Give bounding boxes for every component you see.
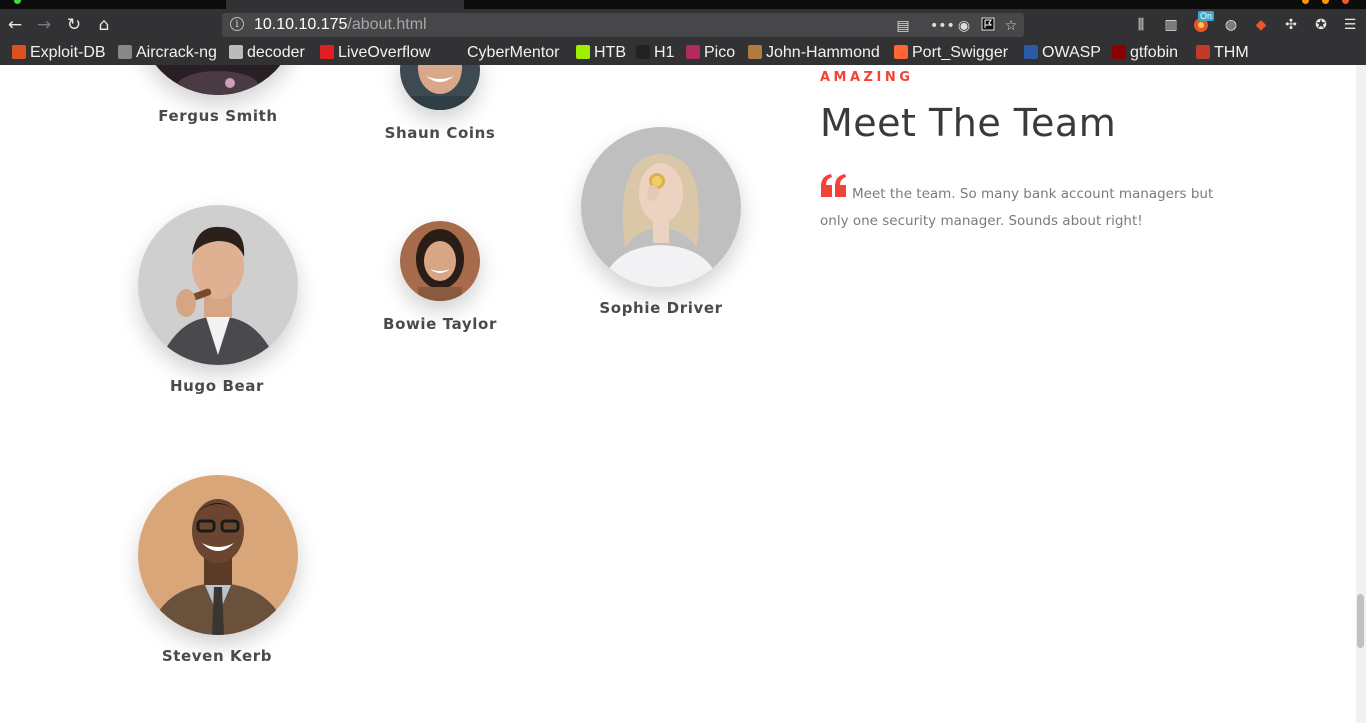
site-info-icon[interactable]: i: [230, 17, 244, 31]
bookmark-item[interactable]: gtfobin: [1112, 42, 1178, 64]
member-name: Sophie Driver: [599, 299, 723, 317]
forward-button[interactable]: →: [33, 14, 55, 36]
bookmark-item[interactable]: decoder: [229, 42, 305, 64]
member-name: Shaun Coins: [384, 124, 496, 142]
bookmark-label: decoder: [247, 44, 305, 61]
bookmark-label: Exploit-DB: [30, 44, 106, 61]
reader-view-icon[interactable]: ▤: [894, 17, 912, 35]
bookmark-label: John-Hammond: [766, 44, 880, 61]
wappalyzer-icon[interactable]: ◆: [1251, 15, 1271, 35]
window-indicator-icon: [14, 0, 21, 4]
close-window-icon[interactable]: [1342, 0, 1349, 4]
avatar: [138, 205, 298, 365]
bookmark-favicon-icon: [12, 45, 26, 59]
bookmark-label: OWASP: [1042, 44, 1101, 61]
bookmark-label: Port_Swigger: [912, 44, 1009, 61]
bookmark-label: HTB: [594, 44, 626, 61]
bookmark-label: LiveOverflow: [338, 44, 431, 61]
bookmark-favicon-icon: [449, 45, 463, 59]
member-name: Fergus Smith: [158, 107, 278, 125]
avatar: [400, 65, 480, 110]
menu-icon[interactable]: ☰: [1340, 15, 1360, 35]
bookmark-item[interactable]: John-Hammond: [748, 42, 880, 64]
extension-icon[interactable]: ✣: [1281, 15, 1301, 35]
bookmarks-bar: Exploit-DB Aircrack-ng decoder LiveOverf…: [0, 41, 1366, 65]
home-button[interactable]: ⌂: [93, 14, 115, 36]
sidebar-icon[interactable]: ▥: [1161, 15, 1181, 35]
bookmark-item[interactable]: Port_Swigger: [894, 42, 1008, 64]
avatar: [138, 65, 298, 95]
section-title: Meet The Team: [820, 101, 1117, 145]
account-icon[interactable]: ◍: [1221, 15, 1241, 35]
bookmark-label: THM: [1214, 44, 1249, 61]
minimize-window-icon[interactable]: [1302, 0, 1309, 4]
navigation-toolbar: ← → ↻ ⌂ i 10.10.10.175/about.html ▤ ••• …: [0, 9, 1366, 41]
address-bar[interactable]: i 10.10.10.175/about.html ▤ ••• ◉ ☆: [222, 13, 1024, 37]
member-name: Steven Kerb: [161, 647, 273, 665]
back-button[interactable]: ←: [4, 14, 26, 36]
url-path: /about.html: [347, 16, 427, 33]
bookmark-favicon-icon: [894, 45, 908, 59]
cookie-icon[interactable]: ✪: [1311, 15, 1331, 35]
maximize-window-icon[interactable]: [1322, 0, 1329, 4]
page-actions-icon[interactable]: •••: [930, 17, 955, 35]
bookmark-item[interactable]: OWASP: [1024, 42, 1101, 64]
bookmark-item[interactable]: HTB: [576, 42, 626, 64]
section-description: Meet the team. So many bank account mana…: [820, 186, 1214, 229]
bookmark-item[interactable]: CyberMentor: [449, 42, 559, 64]
bookmark-favicon-icon: [320, 45, 334, 59]
section-eyebrow: AMAZING: [820, 70, 914, 85]
bookmark-label: H1: [654, 44, 675, 61]
bookmark-label: CyberMentor: [467, 44, 560, 61]
avatar: [138, 475, 298, 635]
bookmark-favicon-icon: [1112, 45, 1126, 59]
bookmark-label: Pico: [704, 44, 736, 61]
bookmark-favicon-icon: [748, 45, 762, 59]
bookmark-favicon-icon: [1024, 45, 1038, 59]
page-content: Fergus Smith Shaun Coins Hugo Bear Bowie…: [0, 65, 1356, 723]
bookmark-label: Aircrack-ng: [136, 44, 217, 61]
bookmark-favicon-icon: [1196, 45, 1210, 59]
screenshot-icon[interactable]: [979, 17, 997, 35]
bookmark-item[interactable]: Aircrack-ng: [118, 42, 217, 64]
bookmark-item[interactable]: THM: [1196, 42, 1249, 64]
extension-badge: On: [1198, 11, 1215, 21]
globe-icon: [229, 45, 243, 59]
tab-strip: [0, 0, 1366, 9]
bookmark-favicon-icon: [636, 45, 650, 59]
bookmark-item[interactable]: H1: [636, 42, 674, 64]
bookmark-item[interactable]: Pico: [686, 42, 735, 64]
bookmark-favicon-icon: [118, 45, 132, 59]
url-host: 10.10.10.175: [254, 16, 348, 33]
avatar: [400, 221, 480, 301]
url-text[interactable]: 10.10.10.175/about.html: [254, 16, 427, 34]
bookmark-favicon-icon: [576, 45, 590, 59]
active-tab[interactable]: [226, 0, 464, 9]
pocket-icon[interactable]: ◉: [955, 17, 973, 35]
avatar: [581, 127, 741, 287]
scrollbar-thumb[interactable]: [1357, 594, 1364, 648]
bookmark-item[interactable]: Exploit-DB: [12, 42, 106, 64]
reload-button[interactable]: ↻: [63, 14, 85, 36]
bookmark-label: gtfobin: [1130, 44, 1179, 61]
bookmark-star-icon[interactable]: ☆: [1002, 17, 1020, 35]
library-icon[interactable]: ⫼: [1131, 15, 1151, 35]
bookmark-favicon-icon: [686, 45, 700, 59]
member-name: Bowie Taylor: [383, 315, 497, 333]
bookmark-item[interactable]: LiveOverflow: [320, 42, 430, 64]
member-name: Hugo Bear: [169, 377, 265, 395]
